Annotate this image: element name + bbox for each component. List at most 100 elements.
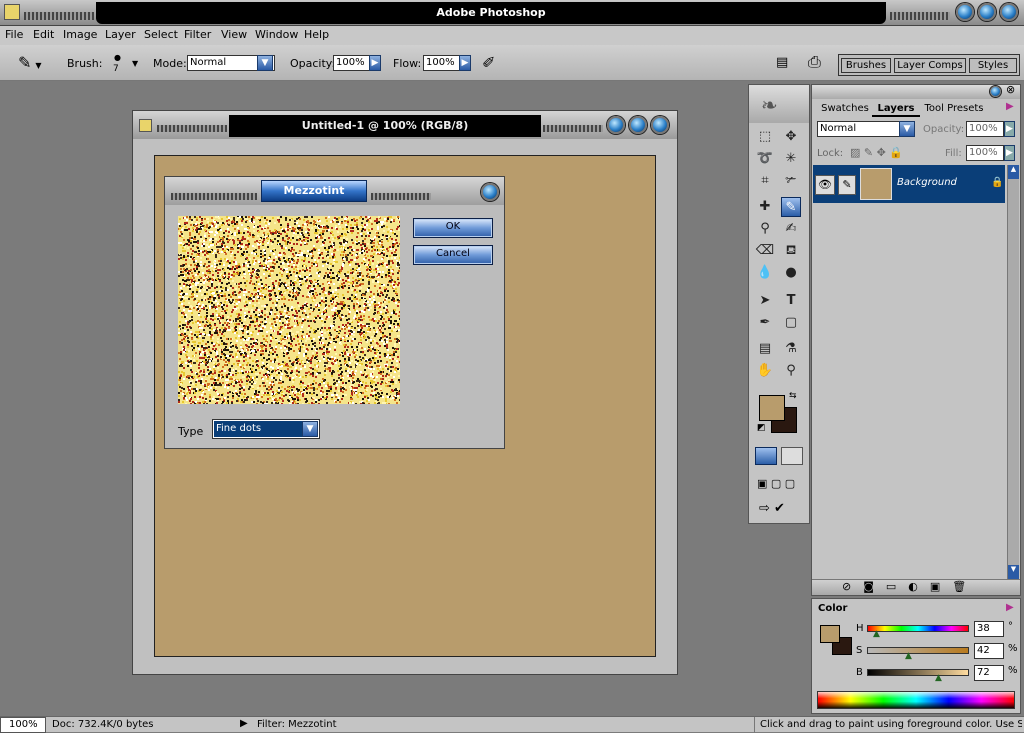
standard-mode-button[interactable]: [755, 447, 777, 465]
menu-layer[interactable]: Layer: [105, 28, 136, 41]
blur-tool-icon[interactable]: 💧: [755, 263, 775, 283]
move-tool-icon[interactable]: ✥: [781, 127, 801, 147]
zoom-tool-icon[interactable]: ⚲: [781, 361, 801, 381]
flow-slider-button[interactable]: ▶: [459, 55, 471, 71]
menu-image[interactable]: Image: [63, 28, 97, 41]
s-thumb-icon[interactable]: ▲: [905, 651, 912, 661]
cancel-button[interactable]: Cancel: [413, 245, 493, 265]
status-menu-icon[interactable]: ▶: [240, 718, 248, 729]
menu-window[interactable]: Window: [255, 28, 298, 41]
scroll-down-button[interactable]: ▼: [1008, 565, 1019, 579]
screen-mode-icons[interactable]: ▣ ▢ ▢: [757, 477, 795, 490]
crop-tool-icon[interactable]: ⌗: [755, 171, 775, 191]
fill-slider-button[interactable]: ▶: [1004, 145, 1015, 161]
s-slider[interactable]: [867, 647, 969, 654]
menu-filter[interactable]: Filter: [184, 28, 211, 41]
tab-tool-presets[interactable]: Tool Presets: [920, 101, 988, 117]
layer-row[interactable]: 👁 ✎ Background 🔒: [813, 165, 1005, 203]
fill-input[interactable]: 100%: [966, 145, 1004, 161]
doc-maximize-button[interactable]: [629, 116, 647, 134]
bucket-tool-icon[interactable]: ⛾: [781, 241, 801, 261]
tab-layers[interactable]: Layers: [872, 101, 920, 117]
tool-preset-picker[interactable]: ✎ ▼: [18, 53, 58, 73]
flow-label: Flow:: [393, 57, 422, 70]
swap-colors-icon[interactable]: ⇆: [789, 391, 797, 401]
hand-tool-icon[interactable]: ✋: [755, 361, 775, 381]
file-browser-icon[interactable]: ▤: [776, 55, 788, 70]
quick-mask-button[interactable]: [781, 447, 803, 465]
mode-dropdown-button[interactable]: ▼: [257, 55, 273, 71]
default-colors-icon[interactable]: ◩: [757, 423, 766, 433]
pen-tool-icon[interactable]: ✒: [755, 313, 775, 333]
magic-wand-tool-icon[interactable]: ✳: [781, 149, 801, 169]
tab-layer-comps[interactable]: Layer Comps: [894, 58, 966, 73]
layer-opacity-input[interactable]: 100%: [966, 121, 1004, 137]
flow-input[interactable]: 100%: [423, 55, 461, 71]
s-input[interactable]: 42: [974, 643, 1004, 659]
eye-icon[interactable]: 👁: [815, 175, 835, 195]
doc-close-button[interactable]: [651, 116, 669, 134]
minimize-button[interactable]: [956, 3, 974, 21]
shape-tool-icon[interactable]: ▢: [781, 313, 801, 333]
lasso-tool-icon[interactable]: ➰: [755, 149, 775, 169]
opacity-input[interactable]: 100%: [333, 55, 371, 71]
foreground-color-swatch[interactable]: [759, 395, 785, 421]
eraser-tool-icon[interactable]: ⌫: [755, 241, 775, 261]
type-dropdown-button[interactable]: ▼: [302, 421, 318, 437]
palette-toggle-icon[interactable]: ⎙: [808, 52, 821, 72]
path-select-tool-icon[interactable]: ➤: [755, 291, 775, 311]
dodge-tool-icon[interactable]: ●: [781, 263, 801, 283]
color-ramp[interactable]: [817, 691, 1015, 709]
zoom-field[interactable]: 100%: [0, 717, 46, 733]
b-slider[interactable]: [867, 669, 969, 676]
doc-minimize-button[interactable]: [607, 116, 625, 134]
menu-help[interactable]: Help: [304, 28, 329, 41]
marquee-tool-icon[interactable]: ⬚: [755, 127, 775, 147]
layer-footer-icons[interactable]: ⊘◙▭◐▣🗑: [842, 580, 978, 593]
scroll-up-button[interactable]: ▲: [1008, 165, 1019, 179]
airbrush-icon[interactable]: ✐: [482, 53, 495, 72]
feather-logo-icon: ❧: [761, 93, 778, 117]
h-input[interactable]: 38: [974, 621, 1004, 637]
tab-brushes[interactable]: Brushes: [841, 58, 891, 73]
tab-swatches[interactable]: Swatches: [818, 101, 872, 117]
layers-scrollbar[interactable]: ▲ ▼: [1007, 165, 1019, 579]
menu-file[interactable]: File: [5, 28, 23, 41]
stamp-tool-icon[interactable]: ⚲: [755, 219, 775, 239]
panel-menu-icon[interactable]: ▶: [1006, 101, 1014, 112]
layers-panel-minimize-button[interactable]: [990, 86, 1001, 97]
h-slider[interactable]: [867, 625, 969, 632]
color-panel-tab[interactable]: Color: [818, 601, 858, 617]
healing-tool-icon[interactable]: ✚: [755, 197, 775, 217]
close-button[interactable]: [1000, 3, 1018, 21]
filter-preview[interactable]: [178, 216, 400, 404]
menu-view[interactable]: View: [221, 28, 247, 41]
type-select[interactable]: Fine dots ▼: [212, 419, 320, 439]
slice-tool-icon[interactable]: ✃: [781, 171, 801, 191]
color-panel-menu-icon[interactable]: ▶: [1006, 602, 1014, 613]
eyedropper-tool-icon[interactable]: ⚗: [781, 339, 801, 359]
menu-select[interactable]: Select: [144, 28, 178, 41]
blend-mode-dropdown-button[interactable]: ▼: [899, 121, 915, 137]
dialog-close-button[interactable]: [481, 183, 499, 201]
color-fg-swatch[interactable]: [820, 625, 840, 643]
brush-picker[interactable]: ● 7 ▼: [108, 51, 142, 77]
type-tool-icon[interactable]: T: [781, 291, 801, 311]
b-input[interactable]: 72: [974, 665, 1004, 681]
jump-to-imageready-icon[interactable]: ⇨ ✔: [759, 501, 785, 516]
menu-edit[interactable]: Edit: [33, 28, 54, 41]
tab-styles[interactable]: Styles: [969, 58, 1017, 73]
h-thumb-icon[interactable]: ▲: [873, 629, 880, 639]
blend-mode-select[interactable]: Normal: [817, 121, 905, 137]
s-value: 42: [977, 645, 990, 656]
ok-button[interactable]: OK: [413, 218, 493, 238]
lock-icons[interactable]: ▨ ✎ ✥ 🔒: [850, 146, 903, 159]
history-brush-tool-icon[interactable]: ✍: [781, 219, 801, 239]
brush-tool-selected-icon[interactable]: ✎: [781, 197, 801, 217]
layers-panel-close-icon[interactable]: ⊗: [1006, 83, 1015, 96]
opacity-slider-button[interactable]: ▶: [369, 55, 381, 71]
layer-opacity-slider-button[interactable]: ▶: [1004, 121, 1015, 137]
b-thumb-icon[interactable]: ▲: [935, 673, 942, 683]
maximize-button[interactable]: [978, 3, 996, 21]
notes-tool-icon[interactable]: ▤: [755, 339, 775, 359]
